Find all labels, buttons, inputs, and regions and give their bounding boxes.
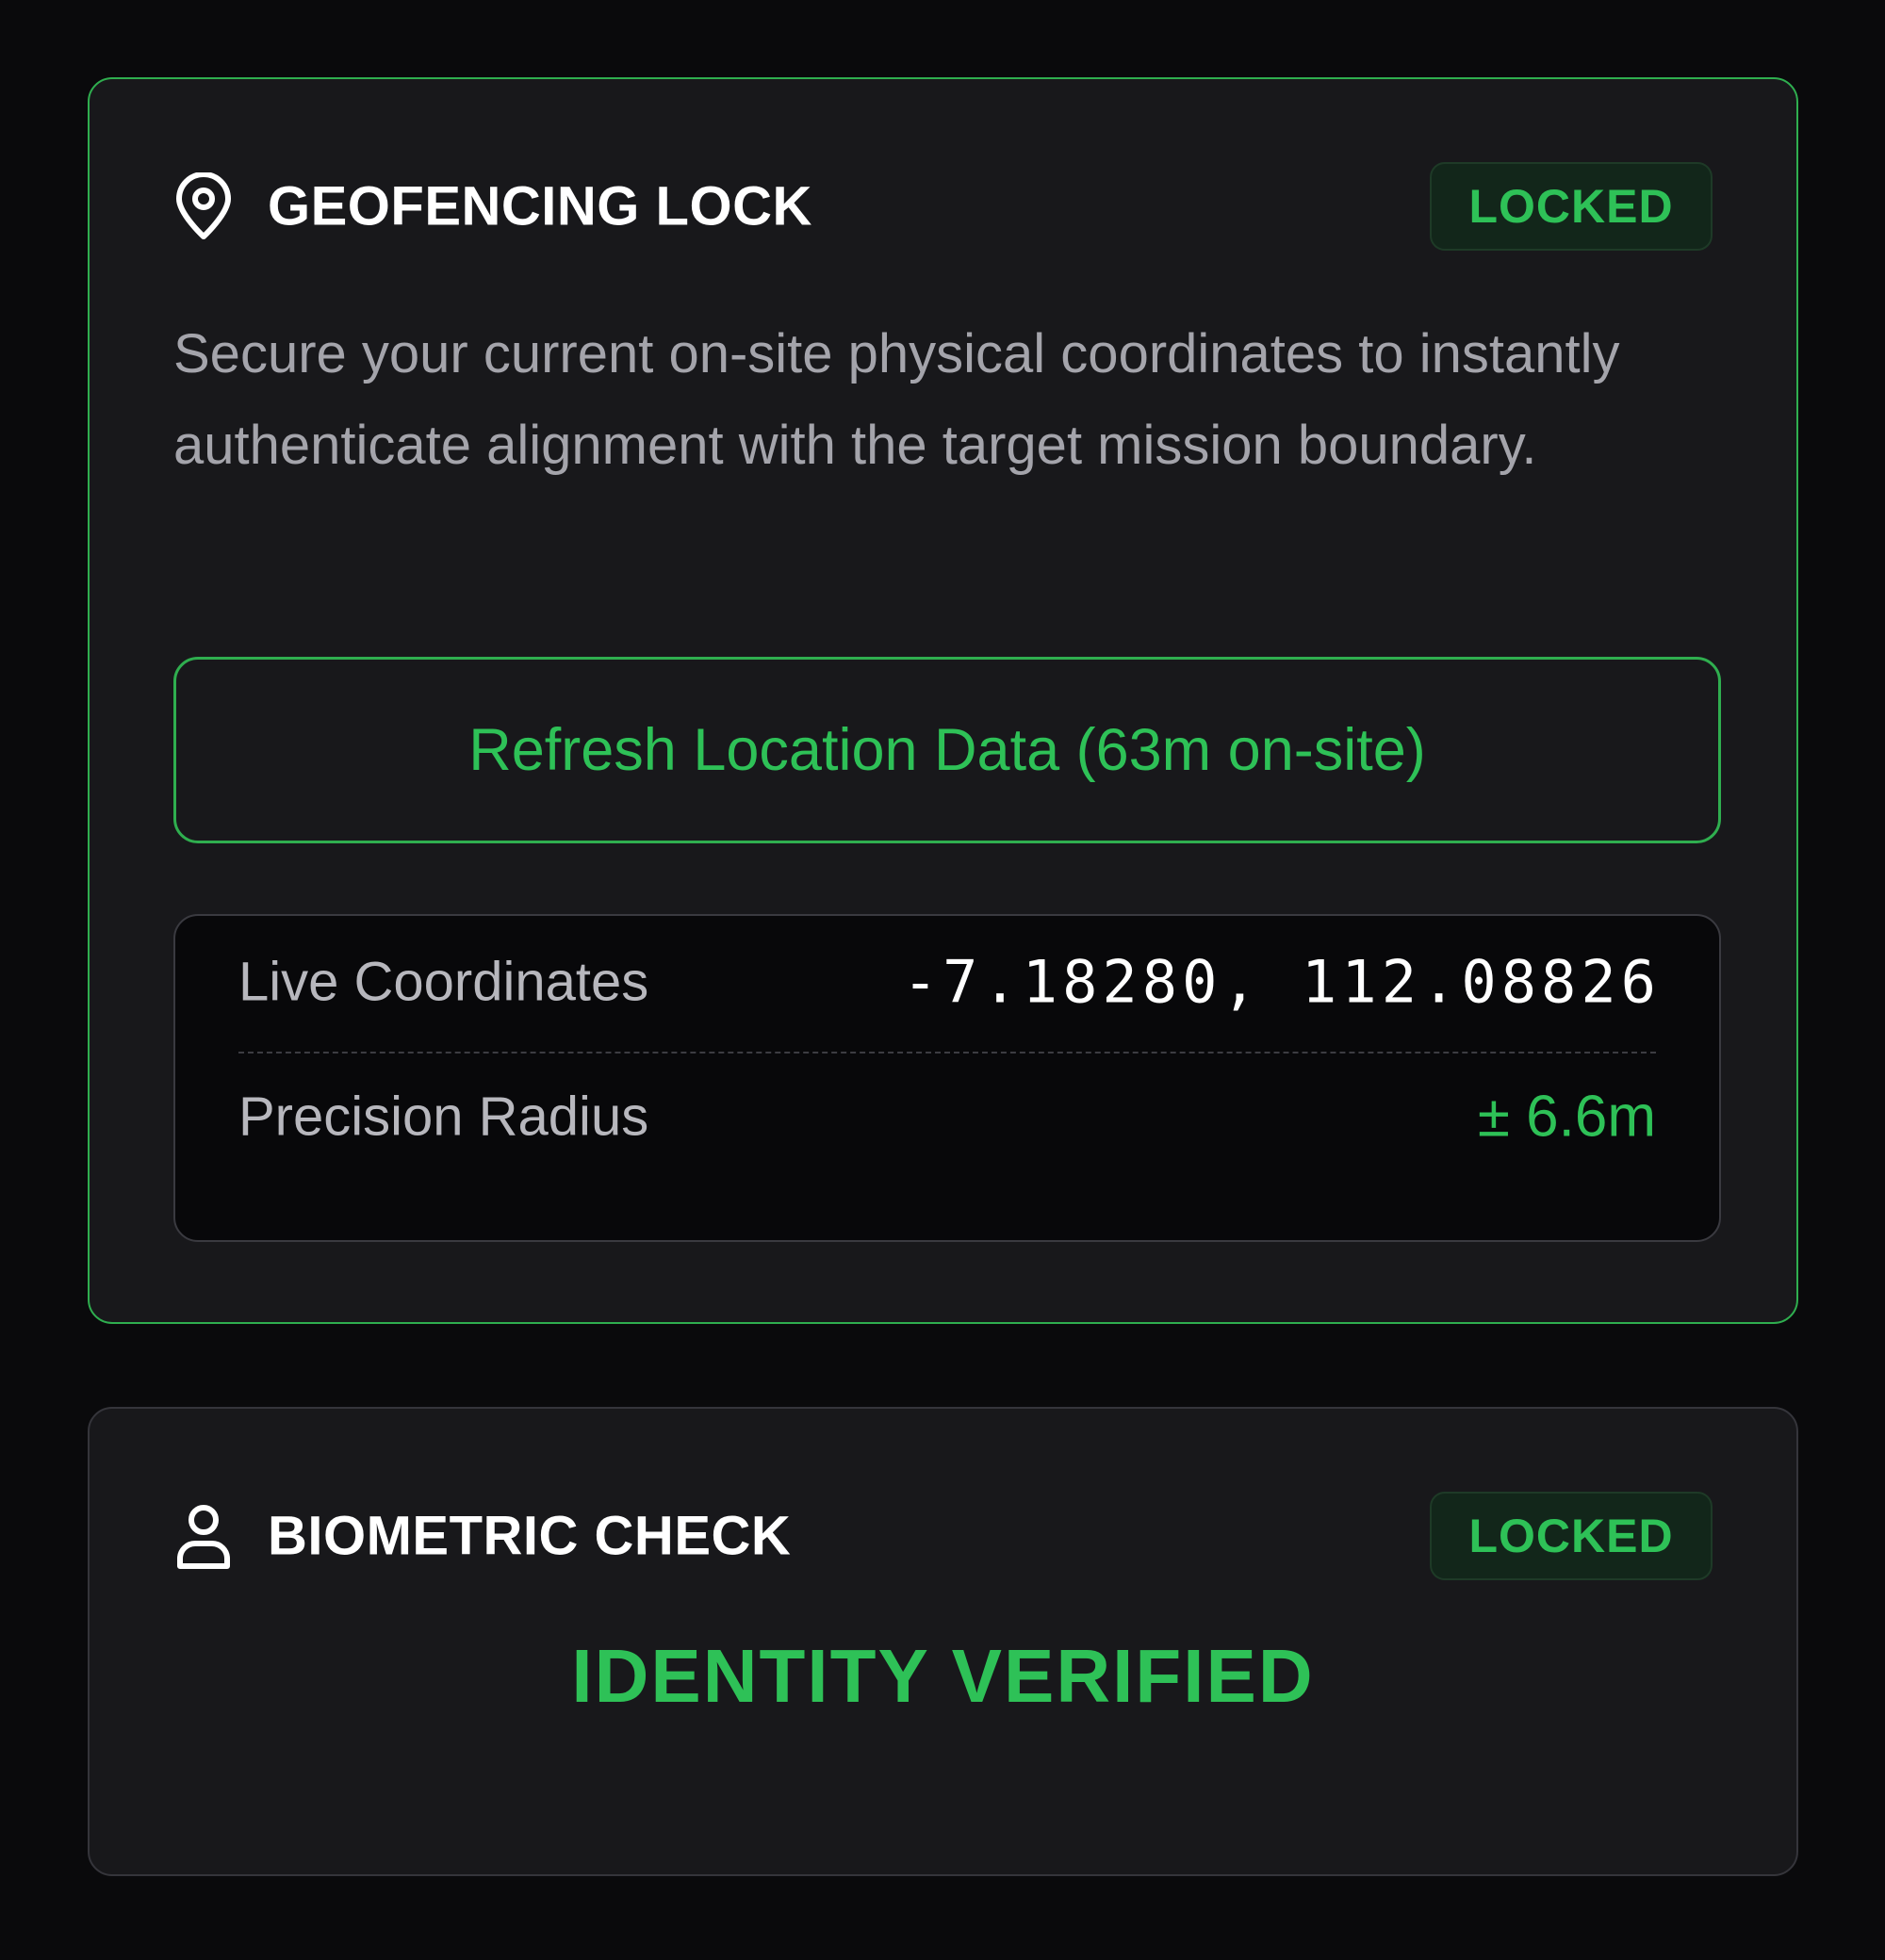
dashed-divider bbox=[238, 1052, 1656, 1054]
precision-radius-label: Precision Radius bbox=[238, 1086, 649, 1148]
precision-radius-row: Precision Radius ± 6.6m bbox=[238, 1070, 1656, 1164]
biometric-card: BIOMETRIC CHECK LOCKED IDENTITY VERIFIED bbox=[88, 1407, 1798, 1876]
geofencing-header: GEOFENCING LOCK LOCKED bbox=[173, 162, 1713, 251]
refresh-location-button[interactable]: Refresh Location Data (63m on-site) bbox=[173, 657, 1721, 843]
geofencing-card: GEOFENCING LOCK LOCKED Secure your curre… bbox=[88, 77, 1798, 1324]
live-coordinates-value: -7.18280, 112.08826 bbox=[902, 947, 1661, 1017]
user-icon bbox=[173, 1502, 234, 1570]
live-coordinates-label: Live Coordinates bbox=[238, 951, 649, 1013]
geofencing-status-badge: LOCKED bbox=[1430, 162, 1713, 251]
geofencing-title: GEOFENCING LOCK bbox=[268, 175, 812, 237]
precision-radius-value: ± 6.6m bbox=[1477, 1084, 1656, 1150]
live-coordinates-row: Live Coordinates -7.18280, 112.08826 bbox=[238, 935, 1656, 1029]
biometric-title: BIOMETRIC CHECK bbox=[268, 1505, 792, 1567]
geofencing-description: Secure your current on-site physical coo… bbox=[173, 323, 1620, 476]
identity-verified-text: IDENTITY VERIFIED bbox=[571, 1634, 1315, 1718]
location-info-panel: Live Coordinates -7.18280, 112.08826 Pre… bbox=[173, 914, 1721, 1242]
map-pin-icon bbox=[173, 172, 234, 240]
biometric-status-badge: LOCKED bbox=[1430, 1492, 1713, 1580]
biometric-header: BIOMETRIC CHECK LOCKED bbox=[173, 1492, 1713, 1580]
